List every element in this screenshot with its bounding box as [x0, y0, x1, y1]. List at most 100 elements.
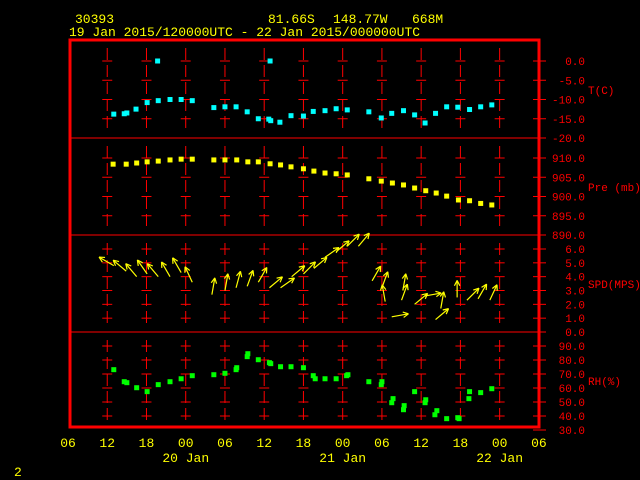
pressure-point	[211, 157, 217, 163]
x-tick-label: 00	[492, 436, 508, 451]
pressure-point	[423, 188, 429, 194]
panel-label-pressure: Pre (mb)	[588, 183, 640, 195]
pressure-point	[300, 166, 306, 172]
pressure-point	[455, 197, 461, 203]
panel-label-wind-speed: SPD(MPS)	[588, 280, 640, 292]
pressure-point	[288, 164, 294, 170]
temperature-point	[167, 97, 173, 102]
temperature-point	[267, 58, 273, 64]
x-tick-label: 18	[453, 436, 469, 451]
wind-arrow-head	[227, 273, 231, 280]
wind-arrow	[435, 308, 450, 321]
wind-arrow	[210, 277, 218, 295]
temperature-point	[401, 108, 407, 114]
wind-arrow	[477, 283, 488, 300]
x-tick-label: 12	[256, 436, 272, 451]
y-tick-label: 0.0	[565, 328, 585, 340]
relative-humidity-point	[390, 396, 396, 402]
wind-arrow-head	[406, 284, 409, 291]
wind-arrow-head	[405, 273, 409, 280]
relative-humidity-point	[434, 408, 440, 414]
wind-arrow	[146, 263, 159, 278]
temperature-point	[467, 107, 473, 113]
temperature-point	[189, 98, 195, 104]
y-tick-label: 890.0	[552, 231, 585, 243]
temperature-point	[144, 100, 150, 106]
relative-humidity-point	[401, 403, 407, 409]
pressure-point	[378, 178, 384, 184]
meteogram-chart: 30393 81.66S 148.77W 668M 19 Jan 2015/12…	[14, 12, 640, 480]
pressure-point	[444, 193, 450, 199]
time-range: 19 Jan 2015/120000UTC - 22 Jan 2015/0000…	[69, 25, 420, 40]
x-tick-label: 06	[374, 436, 390, 451]
temperature-point	[322, 108, 328, 114]
page-number: 2	[14, 465, 22, 480]
panel-label-relative-humidity: RH(%)	[588, 377, 621, 389]
y-tick-label: 30.0	[559, 426, 585, 438]
x-tick-label: 06	[217, 436, 233, 451]
wind-arrow	[379, 284, 387, 302]
relative-humidity-point	[467, 389, 473, 395]
relative-humidity-point	[366, 379, 372, 385]
relative-humidity-point	[111, 367, 117, 373]
relative-humidity-point	[278, 364, 284, 370]
wind-arrow	[466, 287, 480, 301]
y-tick-label: 1.0	[565, 314, 585, 326]
pressure-point	[489, 202, 495, 208]
temperature-point	[478, 104, 484, 110]
pressure-point	[267, 161, 273, 167]
wind-arrow-head	[252, 270, 255, 277]
relative-humidity-point	[478, 390, 484, 396]
x-tick-label: 06	[60, 436, 76, 451]
wind-arrow	[257, 266, 268, 283]
relative-humidity-point	[444, 416, 450, 422]
relative-humidity-point	[245, 351, 251, 357]
pressure-point	[433, 190, 439, 196]
pressure-point	[366, 176, 372, 182]
wind-arrow-head	[435, 290, 442, 294]
pressure-point	[222, 157, 228, 163]
wind-arrow	[280, 277, 296, 289]
x-tick-label: 00	[335, 436, 351, 451]
wind-arrow-head	[402, 311, 409, 315]
temperature-point	[310, 108, 316, 114]
wind-arrow	[324, 246, 340, 258]
temperature-point	[211, 105, 217, 111]
pressure-point	[311, 168, 317, 174]
wind-arrow	[400, 283, 409, 301]
wind-arrow	[246, 269, 255, 287]
relative-humidity-point	[178, 376, 184, 382]
y-tick-label: 90.0	[559, 342, 585, 354]
temperature-point	[133, 106, 139, 112]
pressure-point	[155, 158, 161, 164]
pressure-point	[322, 170, 328, 176]
relative-humidity-point	[288, 364, 294, 370]
temperature-point	[389, 110, 395, 116]
temperature-point	[489, 102, 495, 108]
wind-arrow-shaft	[346, 233, 360, 247]
temperature-point	[378, 115, 384, 121]
wind-arrow-shaft	[466, 287, 480, 301]
x-tick-label: 18	[139, 436, 155, 451]
relative-humidity-point	[167, 379, 173, 385]
pressure-point	[123, 161, 129, 167]
relative-humidity-point	[155, 382, 161, 388]
temperature-point	[155, 58, 161, 64]
temperature-point	[111, 111, 117, 117]
temperature-point	[433, 110, 439, 116]
pressure-point	[178, 156, 184, 162]
relative-humidity-point	[456, 416, 462, 422]
y-tick-label: 40.0	[559, 412, 585, 424]
y-tick-label: 5.0	[565, 259, 585, 271]
wind-arrow	[269, 276, 284, 289]
relative-humidity-point	[345, 372, 351, 378]
pressure-point	[401, 182, 407, 188]
x-tick-label: 00	[178, 436, 194, 451]
data-marks	[98, 58, 498, 422]
wind-arrow	[160, 261, 171, 277]
wind-arrow	[439, 291, 447, 309]
temperature-point	[255, 116, 261, 122]
wind-arrow	[489, 284, 498, 301]
pressure-point	[245, 159, 251, 165]
wind-arrow	[346, 233, 360, 247]
